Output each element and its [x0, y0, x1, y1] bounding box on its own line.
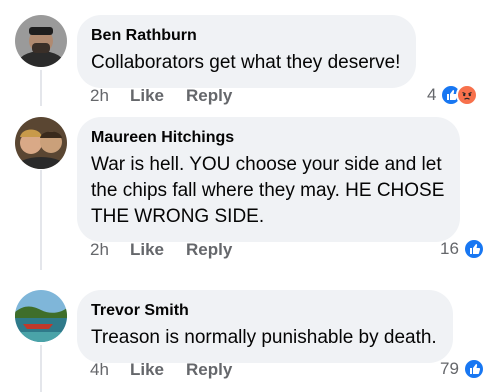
comment-text: the chips fall where they may. HE CHOSE	[91, 180, 445, 201]
angry-icon	[456, 84, 479, 106]
comment-author[interactable]: Maureen Hitchings	[91, 128, 444, 148]
like-icon	[462, 238, 485, 260]
reaction-summary[interactable]: 79	[440, 358, 485, 380]
like-icon	[462, 358, 485, 380]
comment-bubble: Maureen Hitchings War is hell. YOU choos…	[77, 117, 461, 242]
avatar[interactable]	[15, 117, 67, 169]
comment-actions: 4h Like Reply	[90, 360, 232, 380]
like-button[interactable]: Like	[130, 240, 164, 260]
avatar[interactable]	[15, 290, 67, 342]
comment-author[interactable]: Ben Rathburn	[91, 26, 400, 46]
thread-line	[40, 170, 42, 270]
comment-author[interactable]: Trevor Smith	[91, 301, 437, 321]
comment-bubble: Ben Rathburn Collaborators get what they…	[77, 15, 417, 88]
comment-text: Treason is normally punishable by death.	[91, 327, 437, 348]
comment-timestamp[interactable]: 4h	[90, 360, 130, 380]
like-button[interactable]: Like	[130, 360, 164, 380]
avatar[interactable]	[15, 15, 67, 67]
thread-line	[40, 345, 42, 392]
comment-actions: 2h Like Reply	[90, 240, 232, 260]
comment-text: Collaborators get what they deserve!	[91, 52, 401, 73]
comment-text: War is hell. YOU choose your side and le…	[91, 154, 442, 175]
reaction-count: 79	[440, 359, 459, 378]
comment-text: THE WRONG SIDE.	[91, 206, 265, 227]
comment-bubble: Trevor Smith Treason is normally punisha…	[77, 290, 453, 363]
thread-line	[40, 70, 42, 106]
comment-timestamp[interactable]: 2h	[90, 240, 130, 260]
like-button[interactable]: Like	[130, 86, 164, 106]
comment-actions: 2h Like Reply	[90, 86, 232, 106]
reaction-count: 16	[440, 239, 459, 258]
reply-button[interactable]: Reply	[186, 240, 232, 260]
reply-button[interactable]: Reply	[186, 86, 232, 106]
reaction-summary[interactable]: 16	[440, 238, 485, 260]
reaction-summary[interactable]: 4	[427, 84, 479, 106]
reaction-count: 4	[427, 85, 437, 104]
reply-button[interactable]: Reply	[186, 360, 232, 380]
comment-timestamp[interactable]: 2h	[90, 86, 130, 106]
